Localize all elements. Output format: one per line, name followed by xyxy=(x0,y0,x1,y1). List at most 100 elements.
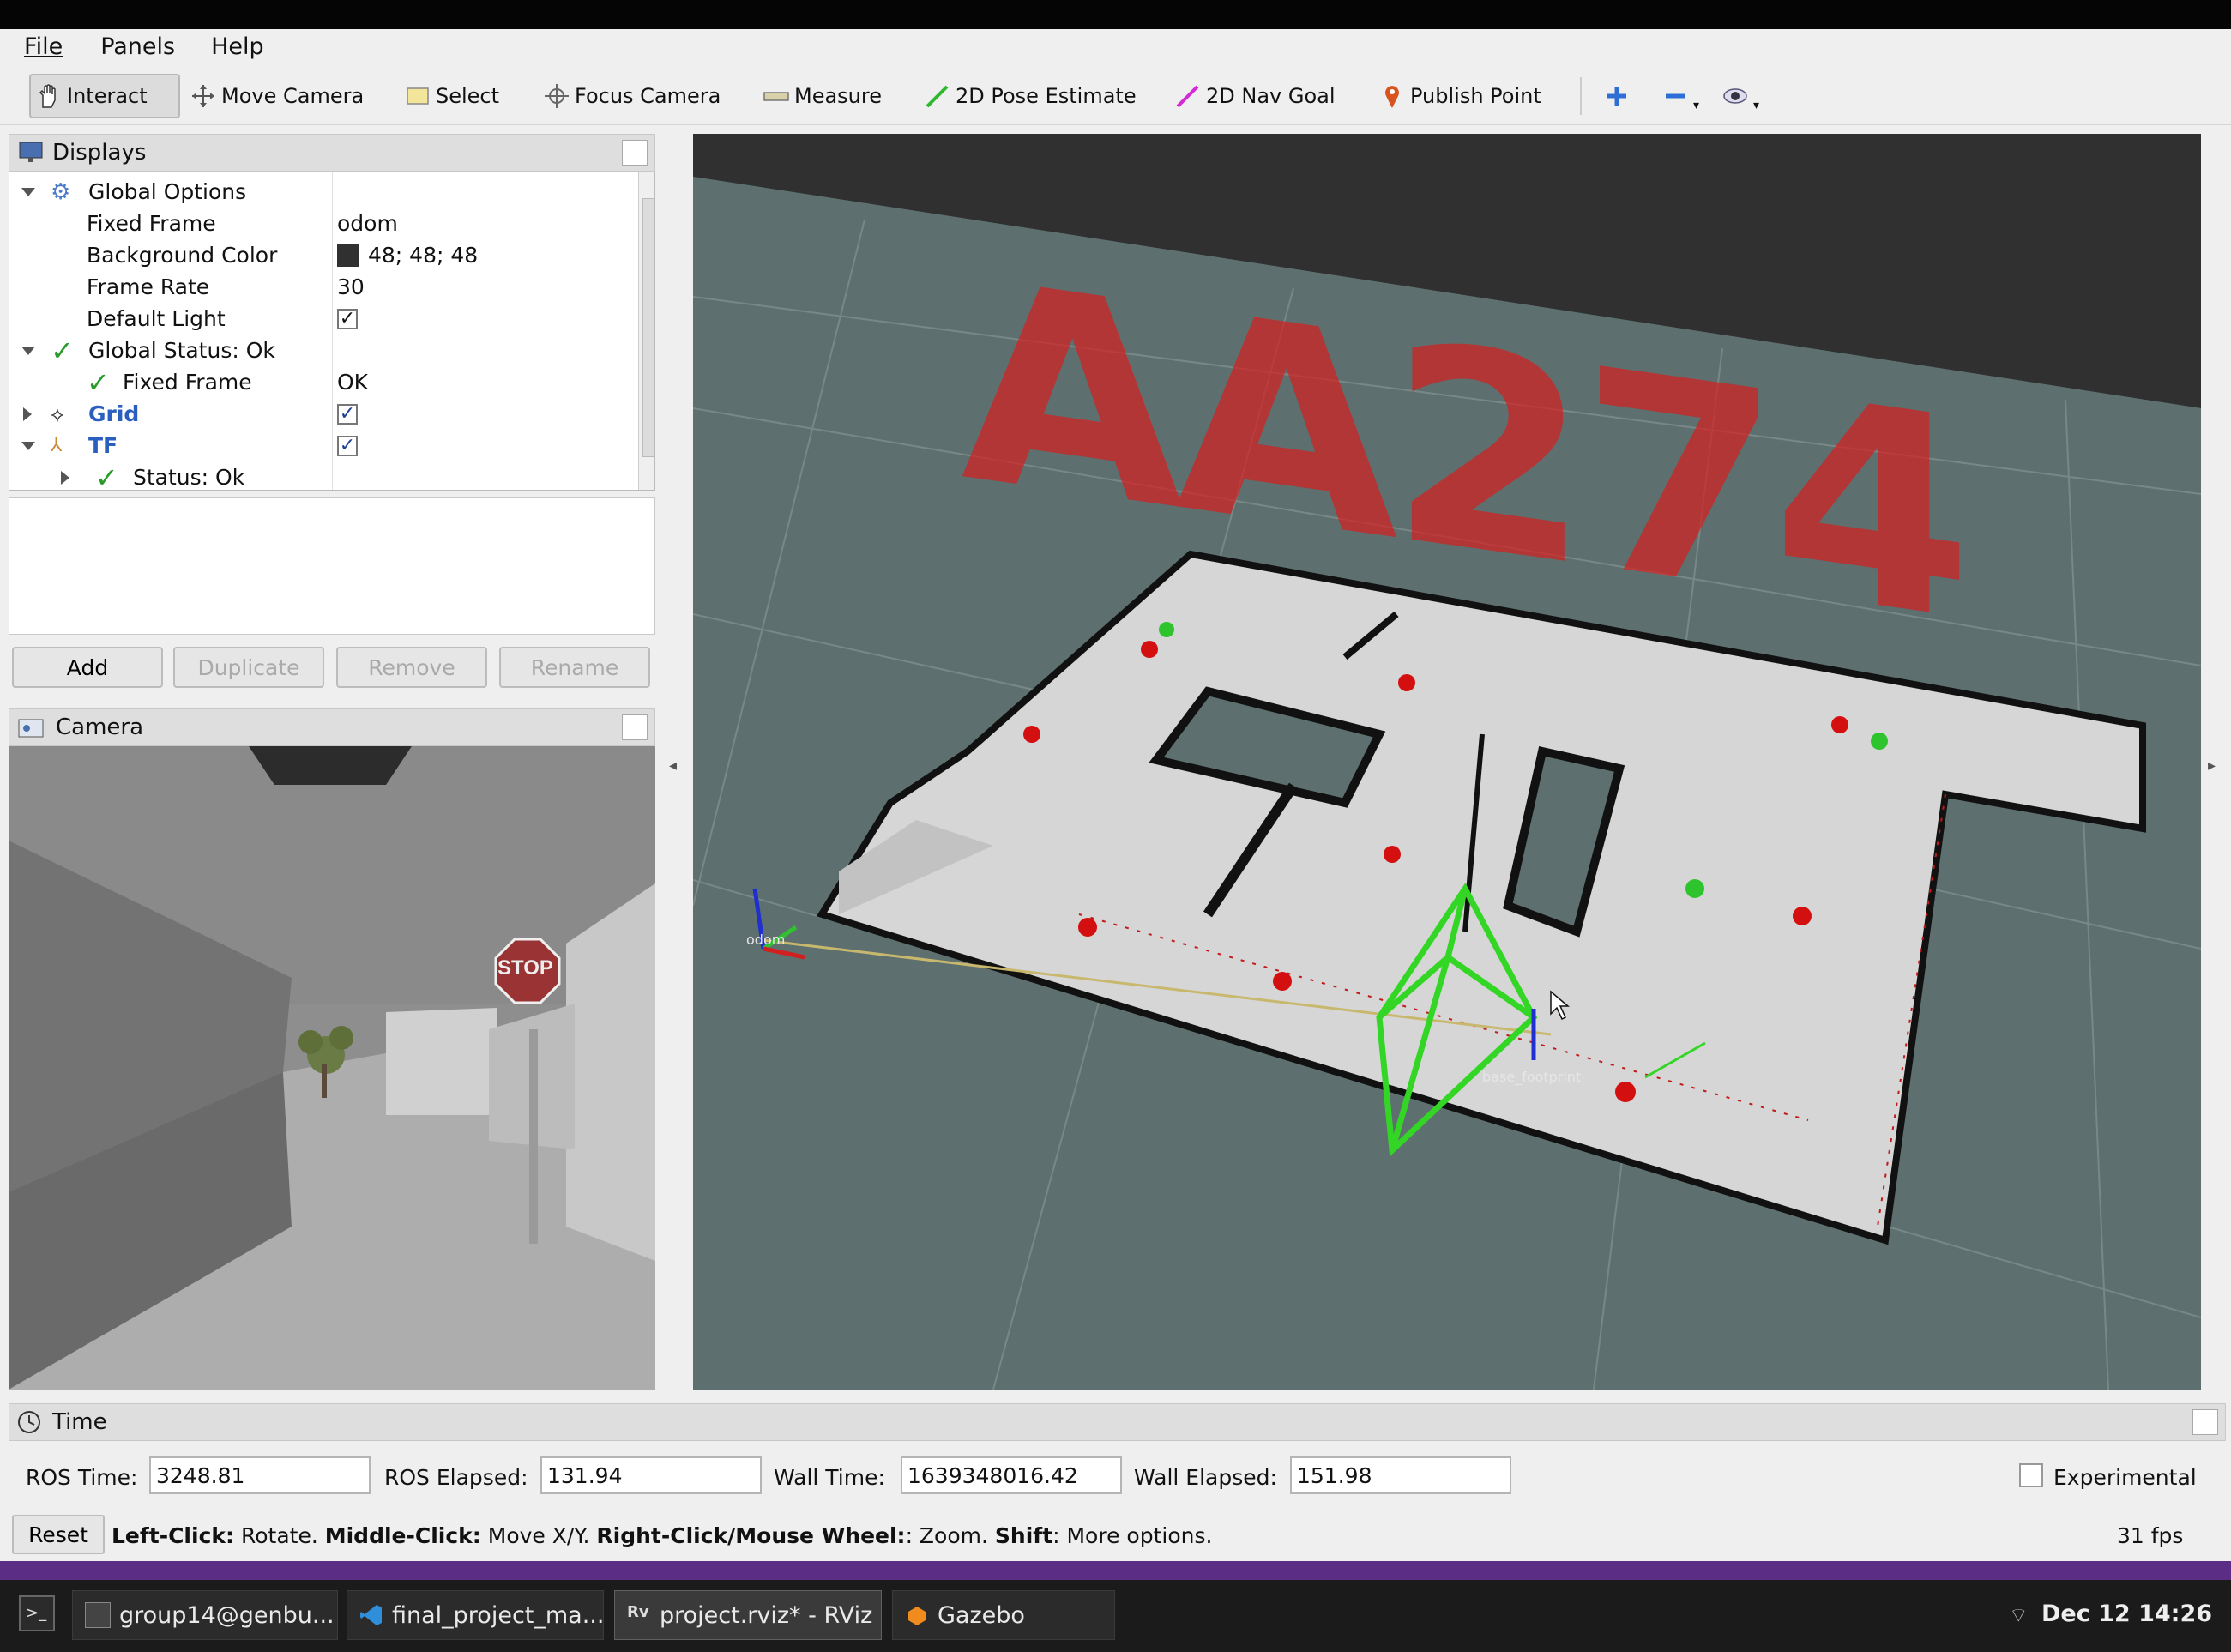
tree-row-grid[interactable]: ⟡ Grid ✓ xyxy=(9,398,627,430)
expand-arrow-icon[interactable] xyxy=(21,346,35,355)
clock[interactable]: Dec 12 14:26 xyxy=(2041,1601,2212,1627)
background-statusbar xyxy=(0,1561,2231,1580)
taskbar-item-vscode[interactable]: final_project_ma... xyxy=(347,1590,604,1640)
checkmark-icon: ✓ xyxy=(95,461,118,491)
pose-estimate-tool-button[interactable]: 2D Pose Estimate xyxy=(925,74,1137,118)
clock-icon xyxy=(16,1409,42,1435)
terminal-launcher-icon[interactable]: >_ xyxy=(19,1595,55,1631)
tree-row-background-color[interactable]: Background Color 48; 48; 48 xyxy=(9,239,627,271)
checkbox[interactable]: ✓ xyxy=(337,403,358,425)
help-rightclick: Right-Click/Mouse Wheel: xyxy=(596,1523,906,1548)
undock-button[interactable] xyxy=(2192,1409,2218,1435)
help-movexy: Move X/Y. xyxy=(480,1523,597,1548)
camera-view[interactable]: STOP xyxy=(9,746,655,1390)
tree-label: Status: Ok xyxy=(133,465,245,490)
gear-icon: ⚙ xyxy=(51,178,71,205)
add-button[interactable]: Add xyxy=(12,647,163,688)
left-splitter[interactable]: ◂ xyxy=(660,134,690,1390)
time-panel-header: Time xyxy=(9,1403,2226,1441)
tree-label: Global Options xyxy=(88,179,247,204)
ros-time-label: ROS Time: xyxy=(26,1465,138,1490)
stop-sign-text: STOP xyxy=(497,956,553,980)
help-middleclick: Middle-Click: xyxy=(324,1523,481,1548)
tree-scrollbar[interactable] xyxy=(638,172,654,490)
tree-row-global-status[interactable]: ✓ Global Status: Ok xyxy=(9,335,627,367)
chevron-down-icon: ▾ xyxy=(1693,99,1700,112)
tree-row-tf-status[interactable]: ✓ Status: Ok xyxy=(9,461,627,491)
expand-arrow-icon[interactable] xyxy=(23,407,32,421)
view-tool-button[interactable]: ▾ xyxy=(1722,74,1759,118)
checkbox[interactable]: ✓ xyxy=(337,435,358,456)
menu-help[interactable]: Help xyxy=(211,33,264,60)
axes-icon: ⅄ xyxy=(51,435,63,456)
taskbar-item-gazebo[interactable]: Gazebo xyxy=(892,1590,1115,1640)
ros-time-field[interactable]: 3248.81 xyxy=(149,1456,371,1494)
network-icon[interactable]: ⌔ xyxy=(2009,1602,2029,1628)
collapse-right-icon[interactable]: ▸ xyxy=(2208,757,2216,775)
wall-time-label: Wall Time: xyxy=(774,1465,885,1490)
camera-title: Camera xyxy=(56,714,144,740)
expand-arrow-icon[interactable] xyxy=(21,187,35,196)
move-camera-tool-button[interactable]: Move Camera xyxy=(190,74,364,118)
expand-arrow-icon[interactable] xyxy=(61,470,69,485)
right-splitter[interactable]: ▸ xyxy=(2201,134,2231,1390)
displays-tree: ⚙ Global Options Fixed Frame odom Backgr… xyxy=(9,172,655,491)
checkmark-icon: ✓ xyxy=(87,365,110,399)
undock-button[interactable] xyxy=(622,140,648,166)
undock-button[interactable] xyxy=(622,714,648,740)
rename-button[interactable]: Rename xyxy=(499,647,650,688)
help-shift: Shift xyxy=(994,1523,1053,1548)
checkbox[interactable]: ✓ xyxy=(337,308,358,329)
select-label: Select xyxy=(436,84,500,108)
taskbar-label: group14@genbu... xyxy=(119,1601,335,1629)
collapse-left-icon[interactable]: ◂ xyxy=(669,757,677,775)
taskbar-item-terminal[interactable]: group14@genbu... xyxy=(72,1590,338,1640)
nav-goal-tool-button[interactable]: 2D Nav Goal xyxy=(1175,74,1336,118)
hand-icon xyxy=(36,83,62,109)
pose-estimate-label: 2D Pose Estimate xyxy=(956,84,1137,108)
taskbar-item-rviz[interactable]: Rv project.rviz* - RViz xyxy=(614,1590,882,1640)
tree-row-global-options[interactable]: ⚙ Global Options xyxy=(9,176,627,208)
tree-label: Fixed Frame xyxy=(123,370,252,395)
measure-label: Measure xyxy=(794,84,882,108)
tree-label: Global Status: Ok xyxy=(88,338,275,363)
wall-elapsed-field[interactable]: 151.98 xyxy=(1290,1456,1511,1494)
nav-goal-label: 2D Nav Goal xyxy=(1206,84,1336,108)
monitor-icon xyxy=(18,141,44,165)
add-tool-button[interactable] xyxy=(1604,74,1635,118)
experimental-checkbox[interactable] xyxy=(2019,1463,2043,1487)
remove-tool-button[interactable]: ▾ xyxy=(1662,74,1699,118)
move-camera-label: Move Camera xyxy=(221,84,365,108)
tree-value[interactable]: 30 xyxy=(337,274,365,299)
duplicate-button[interactable]: Duplicate xyxy=(173,647,324,688)
measure-tool-button[interactable]: Measure xyxy=(763,74,882,118)
menu-file[interactable]: File xyxy=(24,33,63,60)
tree-row-tf[interactable]: ⅄ TF ✓ xyxy=(9,430,627,461)
tree-row-frame-rate[interactable]: Frame Rate 30 xyxy=(9,271,627,303)
scrollbar-thumb[interactable] xyxy=(642,198,654,457)
remove-button[interactable]: Remove xyxy=(336,647,487,688)
render-3d-view[interactable]: AA274 odom base_footprint xyxy=(693,134,2201,1390)
menu-panels[interactable]: Panels xyxy=(100,33,175,60)
focus-camera-tool-button[interactable]: Focus Camera xyxy=(544,74,721,118)
taskbar: >_ group14@genbu... final_project_ma... … xyxy=(0,1580,2231,1652)
tree-value[interactable]: 48; 48; 48 xyxy=(368,243,478,268)
wall-time-field[interactable]: 1639348016.42 xyxy=(901,1456,1122,1494)
menubar: File Panels Help xyxy=(0,29,2231,63)
tree-row-fixed-frame[interactable]: Fixed Frame odom xyxy=(9,208,627,239)
expand-arrow-icon[interactable] xyxy=(21,441,35,450)
toolbar-separator xyxy=(1580,77,1582,115)
tree-value: OK xyxy=(337,370,369,395)
select-tool-button[interactable]: Select xyxy=(405,74,499,118)
reset-button[interactable]: Reset xyxy=(12,1515,105,1554)
ros-elapsed-field[interactable]: 131.94 xyxy=(540,1456,762,1494)
tree-value[interactable]: odom xyxy=(337,211,398,236)
interact-tool-button[interactable]: Interact xyxy=(29,74,180,118)
camera-scene xyxy=(9,746,655,1390)
color-swatch[interactable] xyxy=(337,244,359,267)
tree-label: TF xyxy=(88,433,118,458)
publish-point-tool-button[interactable]: Publish Point xyxy=(1379,74,1541,118)
tree-row-status-fixed-frame[interactable]: ✓ Fixed Frame OK xyxy=(9,365,627,399)
tree-row-default-light[interactable]: Default Light ✓ xyxy=(9,303,627,335)
tree-label: Background Color xyxy=(87,243,278,268)
